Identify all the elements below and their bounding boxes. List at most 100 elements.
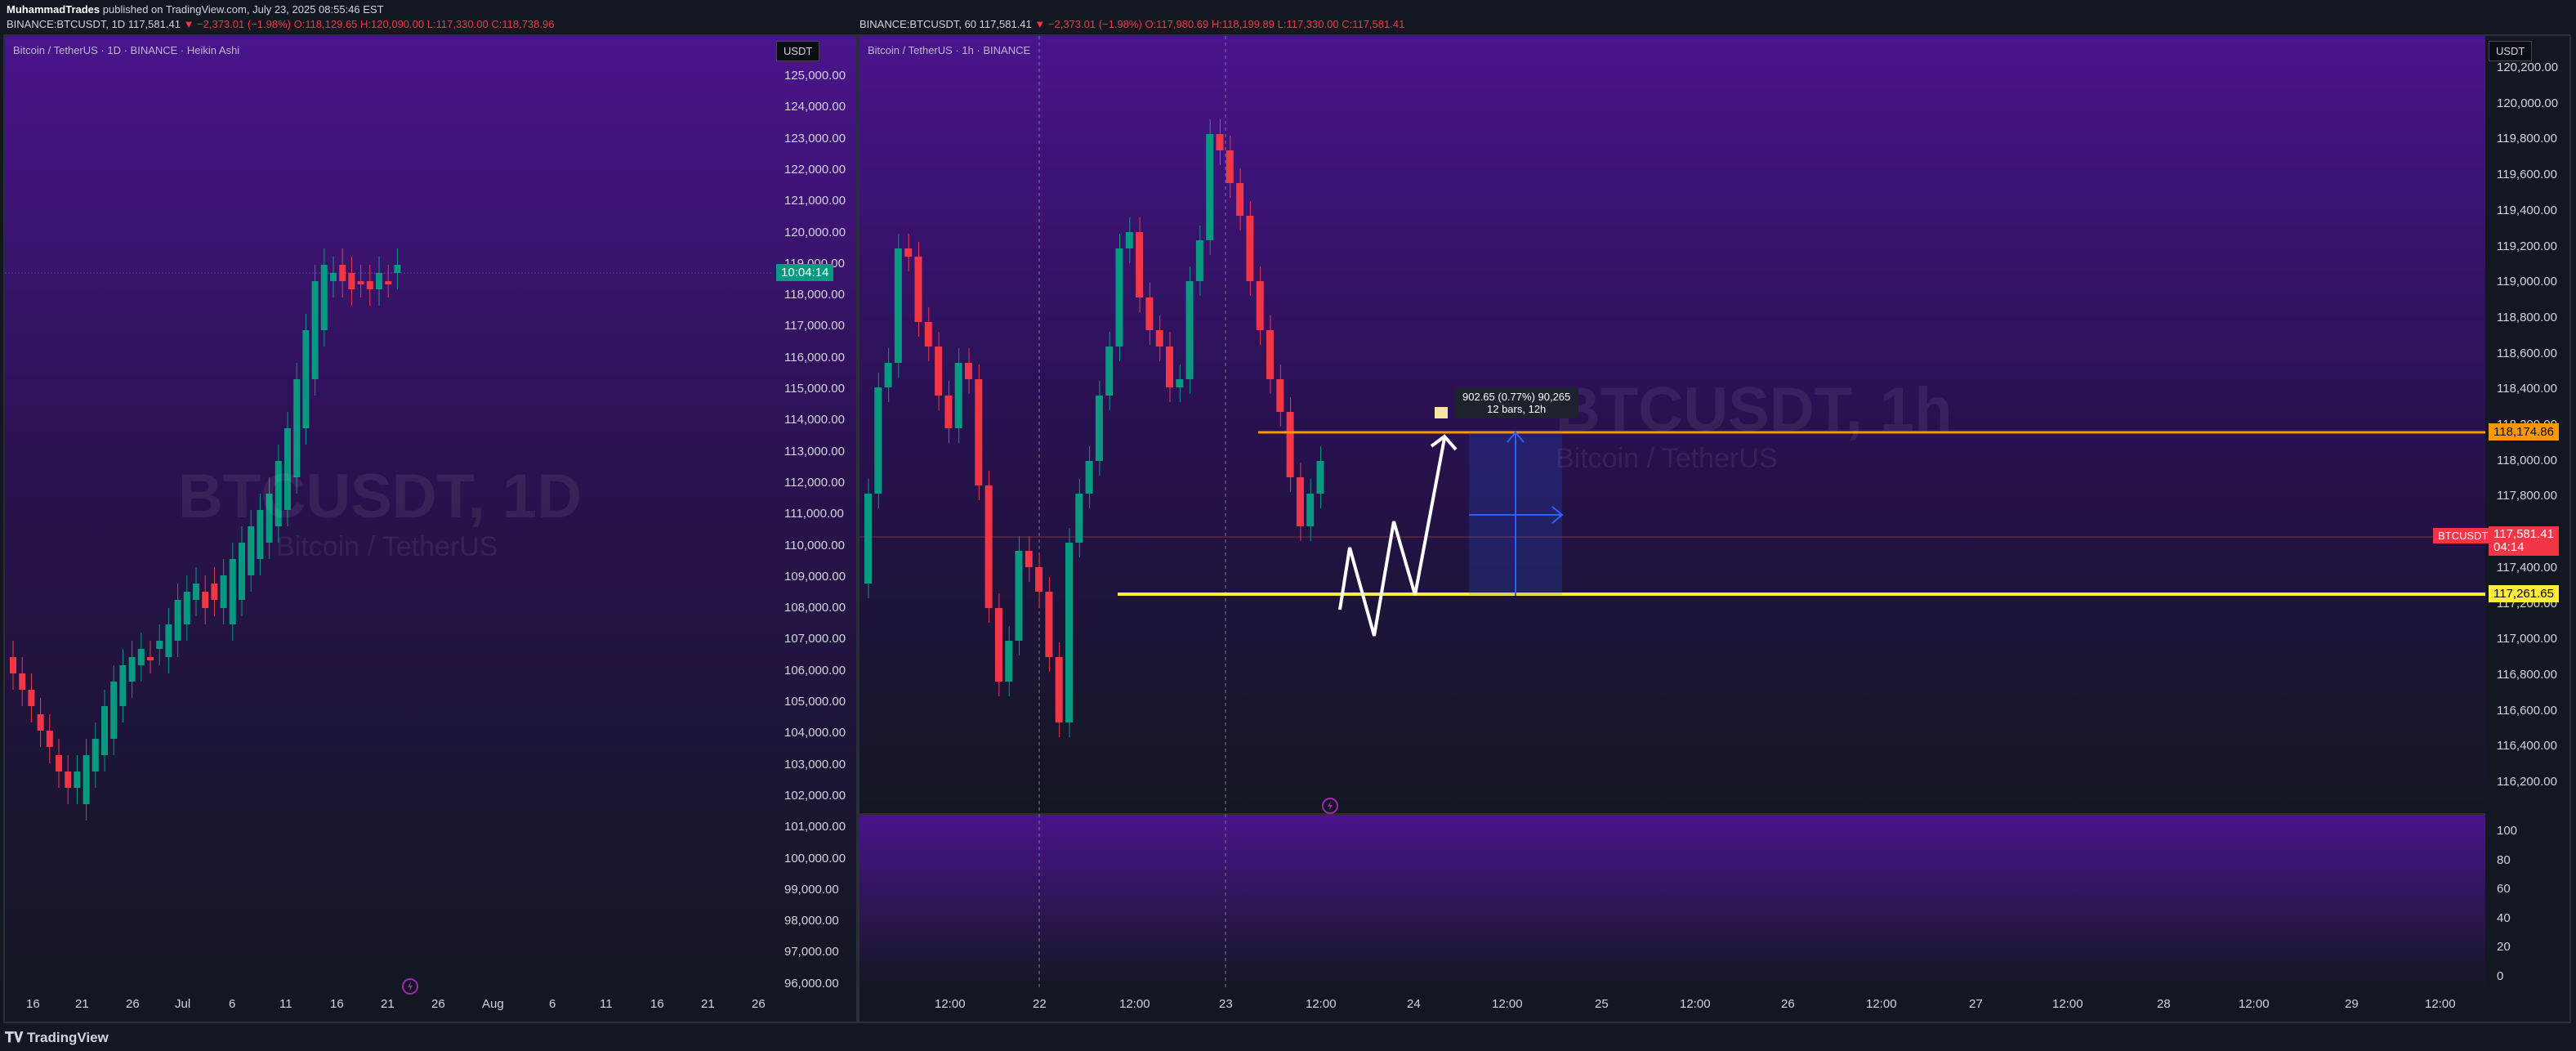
- candle-body: [394, 265, 401, 273]
- tradingview-logo[interactable]: 𝐓𝐕 TradingView: [5, 1030, 109, 1046]
- time-tick-label: Aug: [482, 997, 504, 1011]
- candle-body: [1246, 216, 1254, 281]
- right-chart-canvas[interactable]: [859, 36, 2569, 1022]
- candle-body: [320, 265, 328, 330]
- time-tick-label: 12:00: [2425, 997, 2456, 1011]
- left-watermark-symbol: BTCUSDT, 1D: [178, 462, 583, 531]
- time-tick-label: 11: [600, 997, 613, 1011]
- candle-body: [1035, 567, 1043, 592]
- candle-body: [147, 657, 154, 660]
- candle-body: [1256, 281, 1264, 330]
- left-chart-label: Bitcoin / TetherUS · 1D · BINANCE · Heik…: [13, 44, 240, 56]
- price-tick-label: 121,000.00: [784, 194, 846, 208]
- candle-body: [302, 330, 310, 428]
- time-tick-label: 21: [75, 997, 89, 1011]
- candle-body: [92, 739, 99, 771]
- left-chart-panel[interactable]: Bitcoin / TetherUS · 1D · BINANCE · Heik…: [3, 34, 858, 1023]
- price-tick-label: 116,000.00: [784, 350, 845, 364]
- price-tick-label: 111,000.00: [784, 507, 844, 521]
- last-price: 117,581.41: [2493, 527, 2554, 541]
- tv-mark-icon: 𝐓𝐕: [5, 1030, 27, 1045]
- right-watermark-symbol: BTCUSDT, 1h: [1556, 375, 1953, 445]
- candle-body: [46, 731, 53, 747]
- candle-body: [10, 657, 16, 673]
- time-tick-label: 22: [1033, 997, 1047, 1011]
- price-tick-label: 116,800.00: [2497, 667, 2557, 682]
- price-tick-label: 103,000.00: [784, 757, 846, 771]
- price-tick-label: 119,200.00: [2497, 239, 2557, 253]
- lightning-icon[interactable]: [400, 977, 420, 996]
- price-tick-label: 118,400.00: [2497, 382, 2557, 396]
- lightning-icon[interactable]: [1320, 796, 1340, 816]
- price-tick-label: 116,200.00: [2497, 775, 2557, 789]
- candle-body: [914, 257, 922, 322]
- price-tick-label: 20: [2497, 940, 2511, 954]
- candle-body: [1045, 592, 1053, 657]
- footer: 𝐓𝐕 TradingView: [0, 1023, 2576, 1051]
- candle-body: [904, 248, 913, 257]
- candle-body: [366, 281, 373, 289]
- right-open: O:117,980.69: [1145, 18, 1209, 30]
- right-price: 117,581.41: [979, 18, 1032, 30]
- left-ohlc: BINANCE:BTCUSDT, 1D 117,581.41 ▼ −2,373.…: [7, 18, 554, 30]
- price-tick-label: 117,800.00: [2497, 489, 2557, 503]
- publish-date: published on TradingView.com, July 23, 2…: [100, 3, 384, 16]
- publish-info: MuhammadTrades published on TradingView.…: [7, 3, 384, 16]
- candle-body: [944, 396, 953, 428]
- price-tick-label: 118,000.00: [784, 288, 845, 302]
- time-tick-label: 12:00: [1119, 997, 1150, 1011]
- time-tick-label: 25: [1595, 997, 1609, 1011]
- price-tick-label: 119,000.00: [2497, 275, 2557, 289]
- candle-body: [935, 347, 943, 396]
- time-tick-label: 12:00: [1866, 997, 1897, 1011]
- price-tick-label: 110,000.00: [784, 538, 845, 552]
- price-tick-label: 119,400.00: [2497, 203, 2557, 217]
- price-tick-label: 116,600.00: [2497, 703, 2557, 718]
- support-price-tag: 117,261.65: [2489, 585, 2559, 602]
- measure-tooltip: 902.65 (0.77%) 90,265 12 bars, 12h: [1454, 387, 1579, 418]
- price-tick-label: 97,000.00: [784, 945, 839, 959]
- candle-body: [137, 649, 145, 665]
- price-tick-label: 114,000.00: [784, 413, 845, 427]
- time-tick-label: 21: [701, 997, 715, 1011]
- author-name[interactable]: MuhammadTrades: [7, 3, 100, 16]
- time-tick-label: 26: [752, 997, 766, 1011]
- left-symbol: BINANCE:BTCUSDT, 1D: [7, 18, 126, 30]
- candle-body: [864, 494, 872, 584]
- candle-body: [1195, 240, 1203, 281]
- price-tick-label: 115,000.00: [784, 382, 845, 396]
- candle-body: [330, 273, 337, 281]
- candle-body: [954, 363, 962, 428]
- right-currency-button[interactable]: USDT: [2489, 41, 2533, 61]
- price-tick-label: 102,000.00: [784, 788, 846, 803]
- candle-body: [1216, 134, 1224, 150]
- left-watermark-name: Bitcoin / TetherUS: [276, 531, 498, 562]
- candle-body: [156, 641, 163, 649]
- left-close: C:118,738.96: [491, 18, 555, 30]
- candle-body: [975, 379, 983, 485]
- left-currency-button[interactable]: USDT: [776, 41, 820, 61]
- candle-body: [1276, 379, 1284, 412]
- candle-body: [37, 714, 44, 731]
- candle-body: [924, 322, 932, 347]
- left-change: ▼ −2,373.01 (−1.98%): [183, 18, 291, 30]
- measure-line-1: 902.65 (0.77%) 90,265: [1462, 391, 1571, 403]
- left-high: H:120,090.00: [360, 18, 425, 30]
- candle-body: [19, 673, 26, 690]
- candle-body: [1065, 543, 1073, 722]
- price-tick-label: 0: [2497, 968, 2504, 983]
- right-high: H:118,199.89: [1211, 18, 1275, 30]
- candle-body: [74, 771, 81, 788]
- candle-body: [1005, 641, 1013, 682]
- candle-body: [1125, 232, 1133, 248]
- candle-body: [1055, 657, 1063, 722]
- price-tick-label: 120,000.00: [784, 225, 846, 239]
- right-low: L:117,330.00: [1277, 18, 1339, 30]
- right-chart-panel[interactable]: Bitcoin / TetherUS · 1h · BINANCE USDT B…: [858, 34, 2571, 1023]
- price-tick-label: 119,600.00: [2497, 168, 2557, 182]
- candle-body: [1206, 134, 1214, 240]
- price-tick-label: 104,000.00: [784, 726, 846, 740]
- time-tick-label: 16: [330, 997, 344, 1011]
- time-tick-label: 26: [431, 997, 445, 1011]
- time-tick-label: 16: [26, 997, 40, 1011]
